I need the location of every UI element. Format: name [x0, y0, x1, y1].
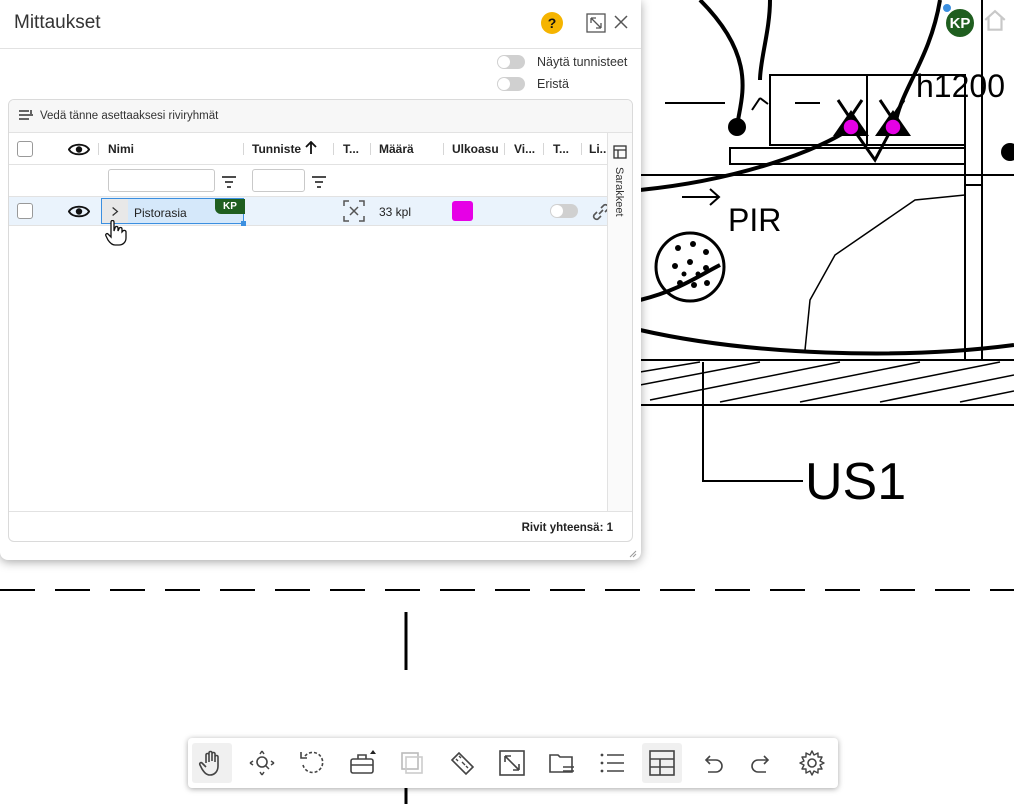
columns-table-icon — [613, 145, 627, 164]
column-header-type-label: T... — [343, 142, 360, 156]
hand-cursor-icon — [105, 219, 127, 246]
bottom-toolbar — [188, 738, 838, 788]
tag-filter-icon[interactable] — [311, 175, 327, 189]
show-tags-label: Näytä tunnisteet — [537, 55, 628, 69]
table-row[interactable]: Pistorasia KP 33 kpl — [9, 197, 610, 227]
row-visibility-eye-icon[interactable] — [67, 204, 91, 224]
column-header-appearance[interactable]: Ulkoasu — [452, 133, 499, 165]
zoom-to-icon[interactable] — [343, 200, 365, 227]
height-tag-label: h1200 — [916, 68, 1005, 104]
measurements-grid: Vedä tänne asettaaksesi riviryhmät Nimi … — [8, 99, 633, 542]
show-tags-toggle-row[interactable]: Näytä tunnisteet — [497, 55, 627, 69]
table-icon[interactable] — [642, 743, 682, 783]
name-filter-icon[interactable] — [221, 175, 237, 189]
column-header-vi-label: Vi... — [514, 142, 536, 156]
show-tags-toggle[interactable] — [497, 55, 525, 69]
column-header-link[interactable]: Li... — [589, 133, 607, 165]
isolate-label: Eristä — [537, 77, 569, 91]
row-group-drop-zone[interactable]: Vedä tänne asettaaksesi riviryhmät — [9, 100, 632, 133]
measure-tape-icon[interactable] — [442, 743, 482, 783]
column-header-tag[interactable]: Tunniste — [252, 133, 317, 165]
visibility-column-eye-icon[interactable] — [68, 133, 90, 165]
folder-icon[interactable] — [542, 743, 582, 783]
row-toggle[interactable] — [550, 204, 578, 218]
column-header-quantity[interactable]: Määrä — [379, 133, 414, 165]
zoom-navigate-icon[interactable] — [242, 743, 282, 783]
row-name: Pistorasia — [134, 206, 187, 220]
grid-header: Nimi Tunniste T... Määrä Ulkoasu Vi... T… — [9, 133, 607, 165]
pir-label: PIR — [728, 202, 781, 238]
title-divider — [0, 48, 641, 49]
layers-icon[interactable] — [392, 743, 432, 783]
pan-hand-icon[interactable] — [192, 743, 232, 783]
columns-side-label: Sarakkeet — [613, 167, 625, 217]
row-checkbox[interactable] — [17, 203, 33, 219]
isolate-toggle[interactable] — [497, 77, 525, 91]
column-header-appearance-label: Ulkoasu — [452, 142, 499, 156]
home-icon[interactable] — [982, 8, 1008, 34]
cell-fill-handle[interactable] — [241, 221, 246, 226]
toolbox-icon[interactable] — [342, 743, 382, 783]
column-header-quantity-label: Määrä — [379, 142, 414, 156]
column-header-name[interactable]: Nimi — [108, 133, 134, 165]
resize-grip-icon[interactable] — [627, 545, 637, 558]
tag-filter-input[interactable] — [252, 169, 305, 192]
filter-row — [9, 165, 607, 197]
column-header-t2-label: T... — [553, 142, 570, 156]
row-group-hint: Vedä tänne asettaaksesi riviryhmät — [40, 110, 219, 122]
undo-icon[interactable] — [692, 743, 732, 783]
column-header-tag-label: Tunniste — [252, 142, 302, 156]
columns-side-tab[interactable]: Sarakkeet — [607, 133, 632, 511]
settings-icon[interactable] — [792, 743, 832, 783]
column-header-link-label: Li... — [589, 142, 607, 156]
close-icon[interactable] — [613, 14, 629, 30]
column-header-t2[interactable]: T... — [553, 133, 578, 165]
measurements-panel: Mittaukset ? Näytä tunnisteet Eristä Ved… — [0, 0, 641, 560]
name-filter-input[interactable] — [108, 169, 215, 192]
row-count: Rivit yhteensä: 1 — [521, 522, 613, 534]
select-all-checkbox[interactable] — [17, 133, 33, 165]
help-button[interactable]: ? — [541, 12, 563, 34]
row-quantity: 33 kpl — [379, 205, 412, 219]
sort-ascending-icon — [305, 140, 317, 158]
row-appearance-swatch[interactable] — [452, 201, 473, 221]
column-header-name-label: Nimi — [108, 142, 135, 156]
list-icon[interactable] — [592, 743, 632, 783]
panel-title: Mittaukset — [14, 12, 101, 33]
column-header-type[interactable]: T... — [343, 133, 368, 165]
column-header-vi[interactable]: Vi... — [514, 133, 539, 165]
row-group-icon — [18, 109, 34, 123]
redo-icon[interactable] — [742, 743, 782, 783]
us1-label: US1 — [805, 453, 906, 511]
fit-view-icon[interactable] — [492, 743, 532, 783]
row-user-badge: KP — [215, 199, 245, 214]
user-avatar[interactable]: KP — [944, 7, 976, 39]
grid-footer: Rivit yhteensä: 1 — [9, 511, 632, 541]
rotate-icon[interactable] — [292, 743, 332, 783]
isolate-toggle-row[interactable]: Eristä — [497, 77, 569, 91]
expand-icon[interactable] — [586, 13, 606, 33]
